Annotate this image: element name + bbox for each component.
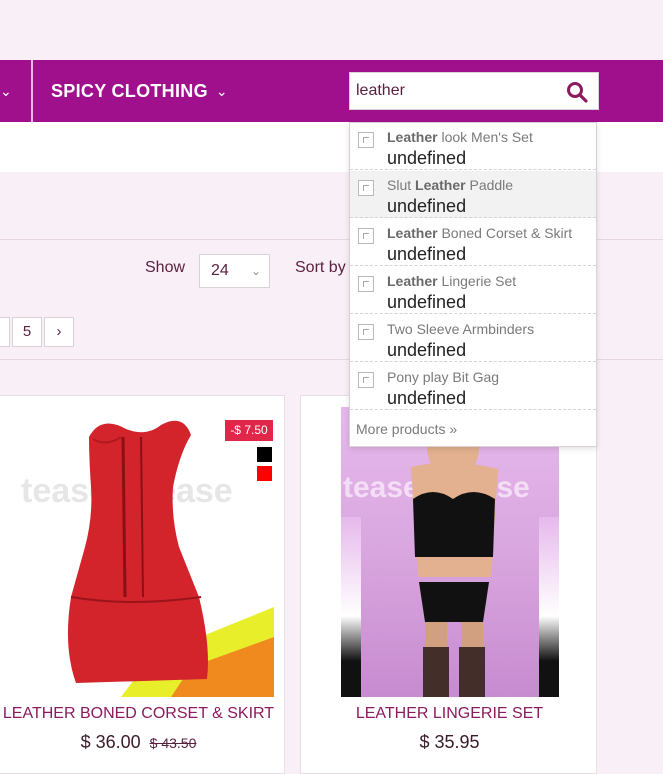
product-title[interactable]: LEATHER LINGERIE SET <box>301 705 598 723</box>
old-price: $ 43.50 <box>149 735 197 751</box>
suggestion-item[interactable]: Leather look Men's Set undefined <box>350 123 596 170</box>
suggestion-subtext: undefined <box>387 388 467 408</box>
show-select[interactable]: 24 ⌄ <box>199 254 270 288</box>
chevron-down-icon: ⌄ <box>250 264 261 278</box>
image-placeholder-icon <box>358 324 374 340</box>
top-band <box>0 0 663 60</box>
suggestion-name: Leather Boned Corset & Skirt <box>387 225 573 241</box>
sort-label: Sort by <box>295 259 346 276</box>
product-price: $ 35.95 <box>301 732 598 753</box>
page-number: 5 <box>22 323 32 340</box>
suggestion-name: Leather look Men's Set <box>387 129 533 145</box>
suggestion-subtext: undefined <box>387 244 467 264</box>
chevron-right-icon: › <box>56 323 62 340</box>
current-price: $ 35.95 <box>419 732 480 752</box>
suggestion-item[interactable]: Pony play Bit Gag undefined <box>350 363 596 410</box>
suggestion-item[interactable]: Two Sleeve Armbinders undefined <box>350 315 596 362</box>
pagination-prev-page[interactable]: ‹ <box>0 317 10 347</box>
suggestion-name: Two Sleeve Armbinders <box>387 321 535 337</box>
chevron-down-icon[interactable]: ⌄ <box>0 80 16 102</box>
color-swatch-red[interactable] <box>257 466 272 481</box>
suggestion-item[interactable]: Slut Leather Paddle undefined <box>350 171 596 218</box>
suggestion-subtext: undefined <box>387 292 467 312</box>
image-placeholder-icon <box>358 180 374 196</box>
show-label: Show <box>145 259 186 276</box>
nav-item-spicy-clothing[interactable]: SPICY CLOTHING ⌄ <box>51 78 228 104</box>
pagination-next-button[interactable]: › <box>44 317 74 347</box>
product-card[interactable]: tease2please LEATHER LINGERIE SET $ 35.9… <box>300 395 597 774</box>
suggestion-subtext: undefined <box>387 196 467 216</box>
chevron-down-icon: ⌄ <box>215 82 228 99</box>
product-image-corset[interactable]: tease2please <box>1 407 274 697</box>
suggestion-item[interactable]: Leather Boned Corset & Skirt undefined <box>350 219 596 266</box>
suggestion-name: Slut Leather Paddle <box>387 177 514 193</box>
more-products-link[interactable]: More products » <box>356 421 457 437</box>
suggestion-item[interactable]: Leather Lingerie Set undefined <box>350 267 596 314</box>
suggestion-name: Pony play Bit Gag <box>387 369 500 385</box>
suggestion-subtext: undefined <box>387 148 467 168</box>
product-title[interactable]: LEATHER BONED CORSET & SKIRT <box>0 705 286 723</box>
product-card[interactable]: tease2please LEATHER BONED CORSET & SKIR… <box>0 395 285 774</box>
search-suggestions: Leather look Men's Set undefined Slut Le… <box>349 122 597 447</box>
current-price: $ 36.00 <box>80 732 141 752</box>
suggestion-name: Leather Lingerie Set <box>387 273 517 289</box>
color-swatch-black[interactable] <box>257 447 272 462</box>
discount-badge: -$ 7.50 <box>225 420 273 441</box>
image-placeholder-icon <box>358 132 374 148</box>
image-placeholder-icon <box>358 372 374 388</box>
search-box <box>349 72 599 110</box>
pagination-page[interactable]: 5 <box>12 317 42 347</box>
search-icon[interactable] <box>566 81 588 103</box>
show-select-value: 24 <box>211 262 229 279</box>
image-placeholder-icon <box>358 276 374 292</box>
image-placeholder-icon <box>358 228 374 244</box>
nav-divider <box>31 60 33 122</box>
product-image-lingerie[interactable]: tease2please <box>313 407 586 697</box>
suggestion-subtext: undefined <box>387 340 467 360</box>
nav-item-label: SPICY CLOTHING <box>51 80 208 101</box>
product-price: $ 36.00 $ 43.50 <box>0 732 286 753</box>
search-input[interactable] <box>350 73 560 109</box>
